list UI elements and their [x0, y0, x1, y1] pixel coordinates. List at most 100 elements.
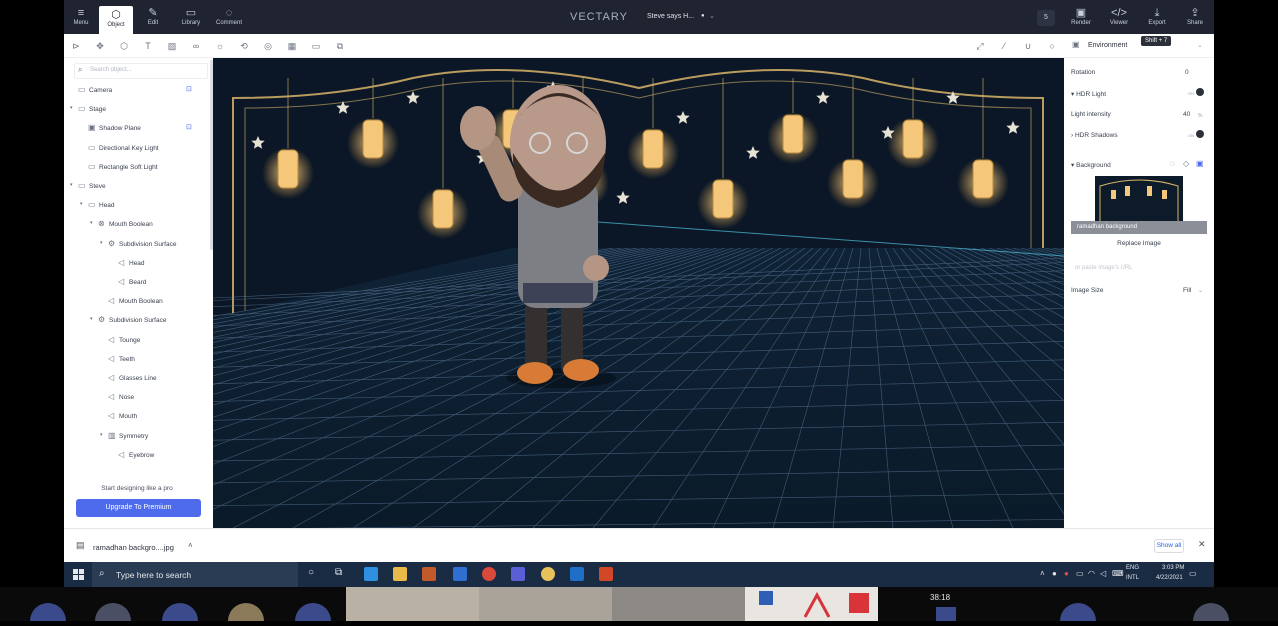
show-all-button[interactable]: Show all — [1154, 539, 1184, 553]
expand-arrow-icon[interactable]: ▾ — [90, 220, 93, 226]
edge-icon[interactable] — [364, 567, 378, 581]
hdr-light-toggle[interactable] — [1196, 88, 1204, 96]
tree-item[interactable]: ◁ Glasses Line — [64, 369, 210, 388]
expand-arrow-icon[interactable]: ▾ — [100, 240, 103, 246]
lock-icon[interactable]: ⊡ — [186, 123, 192, 131]
tree-item[interactable]: ▾ ⊗ Mouth Boolean — [64, 215, 210, 234]
menu-button[interactable]: ≡ Menu — [64, 4, 98, 32]
share-button[interactable]: ⇪ Share — [1178, 4, 1212, 32]
other-app-icon[interactable] — [541, 567, 555, 581]
select-tool-icon[interactable]: ⊳ — [69, 39, 83, 53]
chevron-down-icon[interactable]: ⌄ — [1198, 287, 1203, 294]
language-indicator[interactable]: ENG — [1126, 565, 1139, 571]
tree-item[interactable]: ◁ Mouth Boolean — [64, 292, 210, 311]
mail-icon[interactable] — [453, 567, 467, 581]
expand-arrow-icon[interactable]: ▾ — [70, 182, 73, 188]
image-url-input[interactable]: or paste image's URL — [1071, 262, 1207, 276]
search-input[interactable]: ⌕ Search object... — [74, 63, 208, 79]
checker-tool-icon[interactable]: ▦ — [285, 39, 299, 53]
tree-item[interactable]: ◁ Tounge — [64, 331, 210, 350]
tree-item[interactable]: ▾ ▥ Symmetry — [64, 427, 210, 446]
light-tool-icon[interactable]: ☼ — [213, 39, 227, 53]
rotation-value[interactable]: 0 — [1185, 69, 1189, 76]
gradient-bg-icon[interactable]: ◇ — [1183, 159, 1189, 168]
store-icon[interactable] — [422, 567, 436, 581]
move-tool-icon[interactable]: ✥ — [93, 39, 107, 53]
library-tab[interactable]: ▭ Library — [174, 4, 208, 32]
image-tool-icon[interactable]: ▨ — [165, 39, 179, 53]
tree-item[interactable]: ▾ ▭ Steve — [64, 177, 210, 196]
tree-item[interactable]: ▾ ⚙ Subdivision Surface — [64, 235, 210, 254]
cortana-icon[interactable]: ○ — [308, 567, 314, 578]
tree-item[interactable]: ◁ Eyebrow — [64, 446, 210, 465]
edit-tab[interactable]: ✎ Edit — [136, 4, 170, 32]
powerpoint-icon[interactable] — [599, 567, 613, 581]
expand-arrow-icon[interactable]: ▾ — [70, 105, 73, 111]
teams-icon[interactable] — [511, 567, 525, 581]
light-intensity-value[interactable]: 40 — [1183, 111, 1190, 118]
cube-tool-icon[interactable]: ⬡ — [117, 39, 131, 53]
tree-item[interactable]: ◁ Teeth — [64, 350, 210, 369]
circle-icon[interactable]: ○ — [1045, 39, 1059, 53]
expand-icon[interactable]: ⤢ — [973, 39, 987, 53]
object-tab[interactable]: ⬡ Object — [99, 6, 133, 34]
chrome-icon[interactable] — [482, 567, 496, 581]
color-bg-icon[interactable]: ◌ — [1170, 159, 1175, 168]
edit-tool-icon[interactable]: ⧉ — [333, 39, 347, 53]
tree-item[interactable]: ▭ Rectangle Soft Light — [64, 158, 210, 177]
user-count-badge[interactable]: 5 — [1037, 10, 1055, 26]
folder-tool-icon[interactable]: ▭ — [309, 39, 323, 53]
comment-tab[interactable]: ◌ Comment — [212, 4, 246, 32]
3d-viewport[interactable] — [213, 58, 1064, 528]
chevron-up-icon[interactable]: ˄ — [188, 541, 193, 550]
expand-arrow-icon[interactable]: ▾ — [90, 316, 93, 322]
download-item[interactable]: ramadhan backgro....jpg — [93, 543, 174, 552]
wifi-icon[interactable]: ◠ — [1088, 569, 1095, 578]
tree-item[interactable]: ◁ Beard — [64, 273, 210, 292]
expand-arrow-icon[interactable]: ▾ — [80, 201, 83, 207]
close-icon[interactable]: ✕ — [1198, 539, 1206, 550]
chevron-down-icon[interactable]: ⌄ — [1197, 41, 1203, 49]
brush-icon[interactable]: ⁄ — [997, 39, 1011, 53]
sphere-tool-icon[interactable]: ◎ — [261, 39, 275, 53]
clock-time[interactable]: 3:03 PM — [1162, 565, 1184, 571]
tree-item[interactable]: ▭ Camera ⊡ — [64, 81, 210, 100]
chevron-down-icon[interactable]: ⌄ — [709, 12, 715, 20]
export-button[interactable]: ⤓ Export — [1140, 4, 1174, 32]
notification-icon[interactable]: ▭ — [1189, 569, 1197, 578]
tree-item[interactable]: ◁ Mouth — [64, 407, 210, 426]
language-layout[interactable]: INTL — [1126, 575, 1139, 581]
hdr-shadows-toggle[interactable] — [1196, 130, 1204, 138]
windows-start-icon[interactable] — [73, 569, 84, 580]
tree-item[interactable]: ▾ ▭ Head — [64, 196, 210, 215]
image-bg-icon[interactable]: ▣ — [1196, 159, 1204, 168]
magnet-icon[interactable]: ∪ — [1021, 39, 1035, 53]
security-icon[interactable]: ● — [1064, 569, 1069, 578]
volume-icon[interactable]: ◁ — [1100, 569, 1106, 578]
text-tool-icon[interactable]: T — [141, 39, 155, 53]
file-explorer-icon[interactable] — [393, 567, 407, 581]
document-title[interactable]: Steve says H... — [647, 13, 694, 20]
tree-item[interactable]: ◁ Nose — [64, 388, 210, 407]
link-tool-icon[interactable]: ∞ — [189, 39, 203, 53]
clock-date[interactable]: 4/22/2021 — [1156, 575, 1183, 581]
transform-tool-icon[interactable]: ⟲ — [237, 39, 251, 53]
tree-item[interactable]: ▾ ⚙ Subdivision Surface — [64, 311, 210, 330]
lock-icon[interactable]: ⊡ — [186, 85, 192, 93]
upgrade-button[interactable]: Upgrade To Premium — [76, 499, 201, 517]
tray-chevron-icon[interactable]: ˄ — [1040, 569, 1045, 578]
tree-item[interactable]: ▣ Shadow Plane ⊡ — [64, 119, 210, 138]
outlook-icon[interactable] — [570, 567, 584, 581]
network-icon[interactable]: ▭ — [1076, 569, 1084, 578]
replace-image-button[interactable]: Replace Image — [1071, 240, 1207, 247]
input-icon[interactable]: ⌨ — [1112, 569, 1124, 578]
render-button[interactable]: ▣ Render — [1064, 4, 1098, 32]
image-size-select[interactable]: Fill — [1183, 287, 1191, 294]
tree-item[interactable]: ◁ Head — [64, 254, 210, 273]
microphone-icon[interactable]: ● — [1052, 569, 1057, 578]
tree-item[interactable]: ▭ Directional Key Light — [64, 139, 210, 158]
tree-item[interactable]: ▾ ▭ Stage — [64, 100, 210, 119]
viewer-button[interactable]: </> Viewer — [1102, 4, 1136, 32]
expand-arrow-icon[interactable]: ▾ — [100, 432, 103, 438]
task-view-icon[interactable]: ⧉ — [335, 567, 342, 578]
